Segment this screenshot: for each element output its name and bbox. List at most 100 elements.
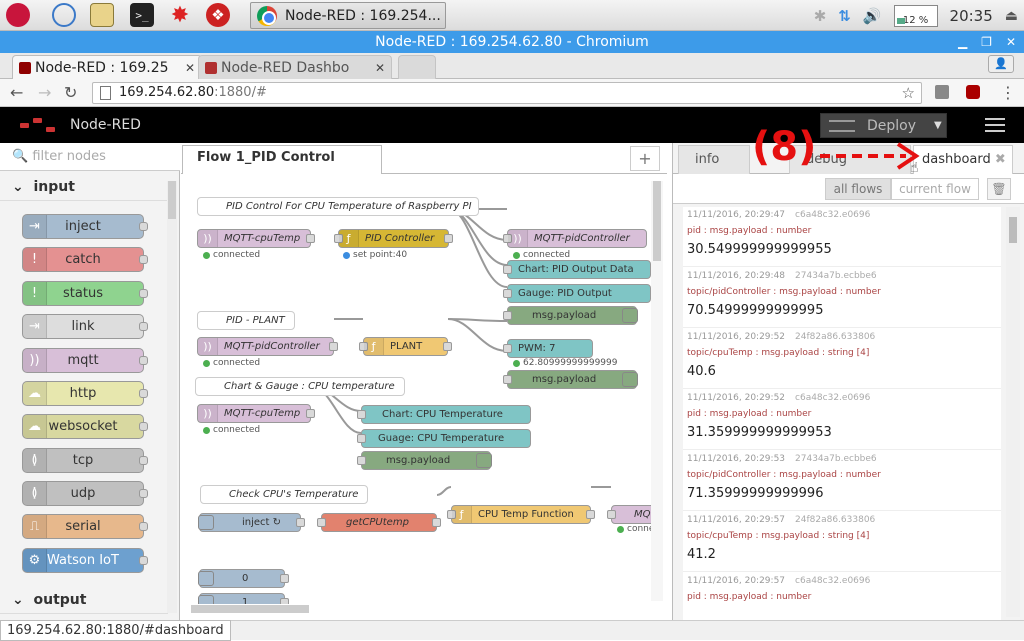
network-icon[interactable]: ⇅ xyxy=(838,7,851,25)
ublock-icon[interactable] xyxy=(966,85,980,99)
palette-node-status[interactable]: ! status xyxy=(22,281,148,306)
tab-info[interactable]: info xyxy=(678,145,750,174)
inject-trigger-button[interactable] xyxy=(198,515,214,530)
msg-node-id[interactable]: c6a48c32.e0696 xyxy=(795,393,870,403)
msg-node-id[interactable]: 27434a7b.ecbbe6 xyxy=(795,271,877,281)
browser-menu-icon[interactable]: ⋮ xyxy=(1000,83,1016,102)
tab-flow-1[interactable]: Flow 1_PID Control xyxy=(182,145,382,175)
close-icon[interactable]: ✕ xyxy=(1006,31,1016,53)
msg-node-id[interactable]: c6a48c32.e0696 xyxy=(795,576,870,586)
plant-function-node[interactable]: ƒ PLANT xyxy=(359,337,452,356)
palette-node-tcp[interactable]: ≬ tcp xyxy=(22,448,148,473)
forward-icon[interactable]: → xyxy=(38,83,51,102)
restore-icon[interactable]: ❐ xyxy=(981,31,992,53)
chart-node[interactable]: Chart: CPU Temperature xyxy=(357,405,531,424)
deploy-button[interactable]: Deploy ▼ xyxy=(820,113,947,138)
mqtt-in-node[interactable]: )) MQTT-cpuTemp xyxy=(197,229,315,248)
folder-icon[interactable] xyxy=(90,3,114,27)
msg-node-id[interactable]: 27434a7b.ecbbe6 xyxy=(795,454,877,464)
browser-tab-nodered[interactable]: Node-RED : 169.25 ✕ xyxy=(12,55,202,79)
debug-message[interactable]: 11/11/2016, 20:29:52 24f82a86.633806 topic… xyxy=(683,329,1001,389)
mqtt-out-node[interactable]: )) MQTT-pidController xyxy=(503,229,647,248)
debug-node[interactable]: msg.payload xyxy=(503,306,638,325)
address-bar[interactable]: 169.254.62.80:1880/# ☆ xyxy=(92,82,922,104)
debug-message[interactable]: 11/11/2016, 20:29:52 c6a48c32.e0696 pid : … xyxy=(683,390,1001,450)
back-icon[interactable]: ← xyxy=(10,83,23,102)
close-tab-icon[interactable]: ✖ xyxy=(995,152,1006,167)
chart-node[interactable]: Chart: PID Output Data xyxy=(503,260,651,279)
close-tab-icon[interactable]: ✕ xyxy=(185,61,195,75)
debug-message[interactable]: 11/11/2016, 20:29:53 27434a7b.ecbbe6 topic… xyxy=(683,451,1001,511)
burst-icon[interactable]: ✸ xyxy=(168,3,192,28)
browser-tab-dashboard[interactable]: Node-RED Dashbo ✕ xyxy=(198,55,392,79)
clear-log-button[interactable]: 🗑 xyxy=(987,178,1011,200)
debug-message[interactable]: 11/11/2016, 20:29:57 c6a48c32.e0696 pid : … xyxy=(683,573,1001,620)
wolfram-icon[interactable]: ❖ xyxy=(206,3,230,27)
comment-node[interactable]: PID Control For CPU Temperature of Raspb… xyxy=(197,197,479,216)
eject-icon[interactable]: ⏏ xyxy=(1005,8,1018,24)
flow-canvas[interactable]: PID Control For CPU Temperature of Raspb… xyxy=(181,174,651,604)
gauge-node[interactable]: Gauge: PID Output xyxy=(503,284,651,303)
extension-icon[interactable] xyxy=(935,85,949,99)
debug-scrollbar[interactable] xyxy=(1006,207,1020,617)
raspberry-menu-icon[interactable] xyxy=(6,3,30,27)
debug-node[interactable]: msg.payload xyxy=(503,370,638,389)
palette-category-input[interactable]: ⌄ input xyxy=(0,173,168,201)
bookmark-star-icon[interactable]: ☆ xyxy=(902,83,915,103)
inject-node[interactable]: inject ↻ xyxy=(198,513,305,532)
palette-node-catch[interactable]: ! catch xyxy=(22,247,148,272)
palette-node-websocket[interactable]: ☁ websocket xyxy=(22,414,148,439)
debug-toggle-button[interactable] xyxy=(622,308,638,323)
msg-node-id[interactable]: 24f82a86.633806 xyxy=(795,515,875,525)
minimize-icon[interactable]: ▁ xyxy=(958,31,967,53)
palette-node-serial[interactable]: ⎍ serial xyxy=(22,514,148,539)
mqtt-out-node[interactable]: MQ xyxy=(607,505,651,524)
pid-controller-node[interactable]: ƒ PID Controller xyxy=(334,229,453,248)
comment-node[interactable]: Chart & Gauge : CPU temperature xyxy=(195,377,405,396)
workspace-horizontal-scrollbar[interactable] xyxy=(181,604,651,614)
palette-node-watson-iot[interactable]: ⚙ Watson IoT xyxy=(22,548,148,573)
msg-node-id[interactable]: c6a48c32.e0696 xyxy=(795,210,870,220)
msg-node-id[interactable]: 24f82a86.633806 xyxy=(795,332,875,342)
palette-node-inject[interactable]: ⇥ inject xyxy=(22,214,148,239)
inject-trigger-button[interactable] xyxy=(198,595,214,604)
mqtt-in-node[interactable]: )) MQTT-pidController xyxy=(197,337,338,356)
workspace-vertical-scrollbar[interactable] xyxy=(651,181,663,601)
inject-trigger-button[interactable] xyxy=(198,571,214,586)
filter-nodes-input[interactable]: 🔍 filter nodes xyxy=(0,143,180,171)
tab-dashboard[interactable]: dashboard ✖ xyxy=(913,145,1013,174)
hamburger-menu-icon[interactable] xyxy=(985,118,1005,132)
bluetooth-icon[interactable]: ✱ xyxy=(814,7,827,25)
inject-node[interactable]: 1 xyxy=(198,593,289,604)
debug-message[interactable]: 11/11/2016, 20:29:57 24f82a86.633806 topic… xyxy=(683,512,1001,572)
palette-node-http[interactable]: ☁ http xyxy=(22,381,148,406)
pwm-node[interactable]: PWM: 7 xyxy=(503,339,593,358)
debug-message[interactable]: 11/11/2016, 20:29:48 27434a7b.ecbbe6 topic… xyxy=(683,268,1001,328)
gauge-node[interactable]: Guage: CPU Temperature xyxy=(357,429,531,448)
profile-icon[interactable]: 👤 xyxy=(988,55,1014,73)
debug-message-list[interactable]: 11/11/2016, 20:29:47 c6a48c32.e0696 pid : … xyxy=(683,207,1001,620)
mqtt-in-node[interactable]: )) MQTT-cpuTemp xyxy=(197,404,315,423)
debug-toggle-button[interactable] xyxy=(476,453,492,468)
exec-node[interactable]: getCPUtemp xyxy=(317,513,441,532)
palette-scrollbar[interactable] xyxy=(167,181,177,613)
new-tab-button[interactable] xyxy=(398,55,436,79)
deploy-dropdown-icon[interactable]: ▼ xyxy=(934,120,942,131)
palette-node-udp[interactable]: ≬ udp xyxy=(22,481,148,506)
close-tab-icon[interactable]: ✕ xyxy=(375,61,385,75)
debug-node[interactable]: msg.payload xyxy=(357,451,492,470)
function-node[interactable]: ƒ CPU Temp Function xyxy=(447,505,595,524)
taskbar-window-button[interactable]: Node-RED : 169.254... xyxy=(250,2,446,29)
volume-icon[interactable]: 🔊 xyxy=(863,7,882,25)
palette-category-output[interactable]: ⌄ output xyxy=(0,586,168,614)
comment-node[interactable]: PID - PLANT xyxy=(197,311,295,330)
terminal-icon[interactable]: >_ xyxy=(130,3,154,27)
debug-toggle-button[interactable] xyxy=(622,372,638,387)
globe-browser-icon[interactable] xyxy=(52,3,76,27)
comment-node[interactable]: Check CPU's Temperature xyxy=(200,485,368,504)
inject-node[interactable]: 0 xyxy=(198,569,289,588)
palette-node-link[interactable]: ⇥ link xyxy=(22,314,148,339)
debug-message[interactable]: 11/11/2016, 20:29:47 c6a48c32.e0696 pid : … xyxy=(683,207,1001,267)
add-flow-button[interactable]: + xyxy=(630,146,660,171)
reload-icon[interactable]: ↻ xyxy=(64,83,77,102)
